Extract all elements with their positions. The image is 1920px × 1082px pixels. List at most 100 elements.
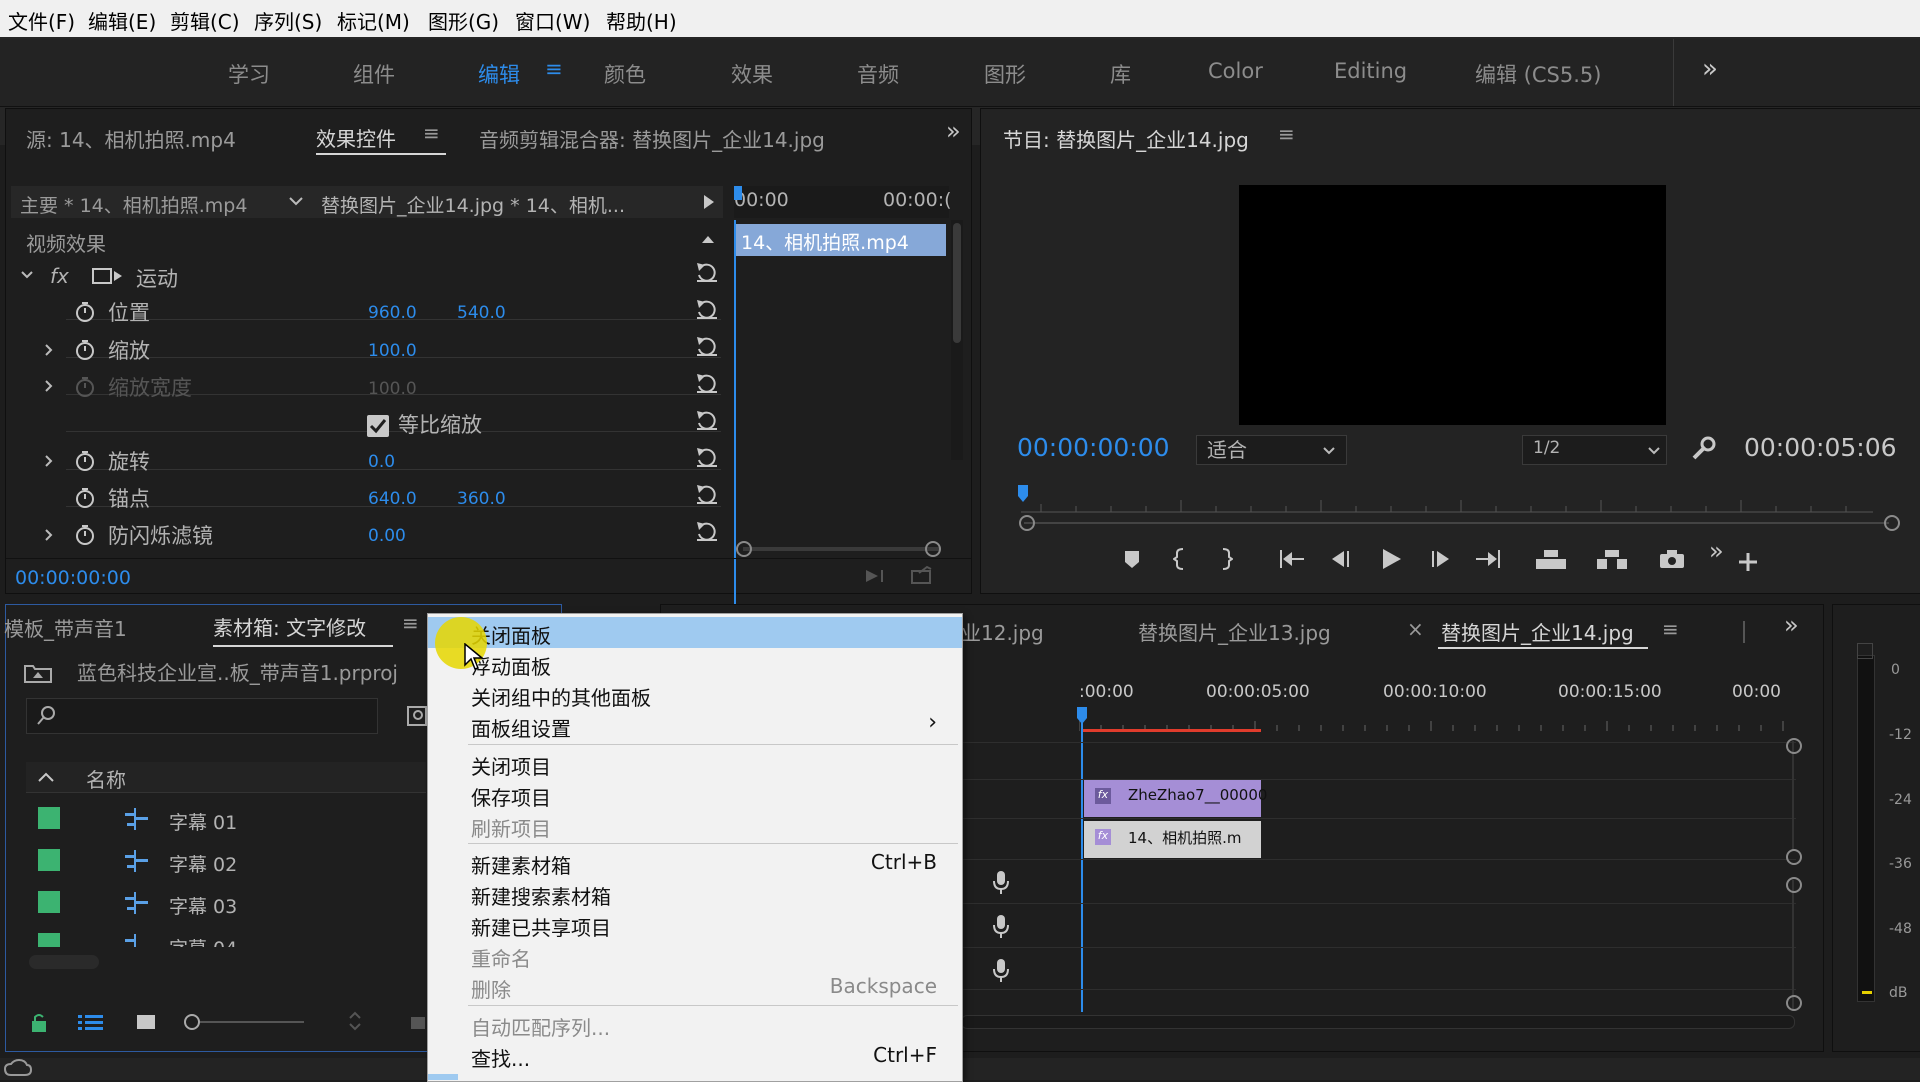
program-video-frame[interactable]	[1239, 185, 1666, 425]
menu-file[interactable]: 文件(F)	[8, 6, 75, 35]
mark-out-icon[interactable]	[1219, 547, 1233, 571]
rotation-value[interactable]: 0.0	[368, 452, 395, 472]
zoom-slider[interactable]	[189, 1021, 304, 1023]
horizontal-scrollbar[interactable]	[743, 547, 940, 551]
tab-sequence-13[interactable]: 替换图片_企业13.jpg	[1138, 617, 1331, 646]
zoom-scrollbar[interactable]	[1024, 522, 1889, 524]
zoom-handle-right-icon[interactable]	[1884, 515, 1900, 531]
search-input[interactable]	[26, 698, 378, 734]
transform-icon[interactable]	[90, 266, 124, 286]
reset-icon[interactable]	[695, 483, 719, 505]
chevron-right-icon[interactable]	[44, 454, 54, 468]
program-panel-menu-icon[interactable]: ≡	[1278, 122, 1295, 146]
tab-sequence-12[interactable]: 业12.jpg	[961, 617, 1044, 646]
microphone-icon[interactable]	[992, 870, 1010, 896]
sequence-clip-label[interactable]: 替换图片_企业14.jpg * 14、相机...	[321, 191, 625, 218]
scroll-handle-left-icon[interactable]	[736, 541, 752, 557]
tab-bin[interactable]: 素材箱: 文字修改	[213, 612, 366, 641]
stopwatch-icon[interactable]	[74, 301, 96, 323]
workspace-assembly[interactable]: 组件	[353, 59, 395, 89]
lift-icon[interactable]	[1534, 547, 1568, 571]
menu-item-find[interactable]: 查找... Ctrl+F	[428, 1040, 962, 1071]
scroll-handle-icon[interactable]	[1786, 738, 1802, 754]
list-view-icon[interactable]	[77, 1013, 105, 1033]
play-button[interactable]	[1379, 547, 1403, 571]
menu-item-new-shared-project[interactable]: 新建已共享项目	[428, 909, 962, 940]
extract-icon[interactable]	[1595, 547, 1629, 571]
chevron-down-icon[interactable]	[20, 270, 34, 280]
workspace-learn[interactable]: 学习	[228, 59, 270, 89]
list-scrollbar[interactable]	[29, 955, 99, 969]
anchor-y-value[interactable]: 360.0	[457, 489, 506, 509]
chevron-right-icon[interactable]	[44, 343, 54, 357]
step-back-icon[interactable]	[1328, 548, 1352, 570]
position-x-value[interactable]: 960.0	[368, 303, 417, 323]
menu-item-new-bin[interactable]: 新建素材箱 Ctrl+B	[428, 847, 962, 878]
menu-sequence[interactable]: 序列(S)	[254, 6, 322, 35]
chevron-right-icon[interactable]	[44, 379, 54, 393]
collapse-up-icon[interactable]	[701, 234, 715, 244]
flicker-value[interactable]: 0.00	[368, 526, 406, 546]
audio-only-icon[interactable]	[864, 566, 890, 586]
label-color-swatch[interactable]	[38, 891, 60, 913]
reset-icon[interactable]	[695, 409, 719, 431]
add-marker-icon[interactable]	[1122, 549, 1142, 569]
fx-toggle-icon[interactable]: fx	[50, 264, 69, 288]
chevron-down-icon[interactable]	[1322, 446, 1336, 456]
automate-icon[interactable]	[409, 1015, 427, 1031]
workspace-color-en[interactable]: Color	[1208, 59, 1263, 83]
wrench-icon[interactable]	[1690, 436, 1716, 462]
menu-item-close-project[interactable]: 关闭项目	[428, 748, 962, 779]
scroll-handle-right-icon[interactable]	[925, 541, 941, 557]
workspace-graphics[interactable]: 图形	[984, 59, 1026, 89]
effect-timecode[interactable]: 00:00:00:00	[15, 567, 131, 589]
effect-panel-more-icon[interactable]: »	[946, 117, 961, 145]
monitor-more-icon[interactable]: »	[1709, 537, 1724, 565]
stopwatch-icon[interactable]	[74, 339, 96, 361]
uniform-scale-checkbox[interactable]	[367, 415, 389, 437]
reset-icon[interactable]	[695, 261, 719, 283]
tab-project[interactable]: 模板_带声音1	[4, 613, 127, 642]
anchor-x-value[interactable]: 640.0	[368, 489, 417, 509]
workspace-effects[interactable]: 效果	[731, 59, 773, 89]
chevron-down-icon[interactable]	[1647, 446, 1661, 456]
workspace-more-icon[interactable]: »	[1702, 54, 1718, 84]
program-time-ruler[interactable]	[1021, 484, 1873, 514]
audio-track-scrollbar[interactable]	[1792, 880, 1794, 1010]
zoom-slider-handle[interactable]	[184, 1014, 200, 1030]
menu-item-panel-group-settings[interactable]: 面板组设置 ›	[428, 710, 962, 741]
reset-icon[interactable]	[695, 372, 719, 394]
menu-help[interactable]: 帮助(H)	[606, 6, 677, 35]
microphone-icon[interactable]	[992, 914, 1010, 940]
vertical-scrollbar-thumb[interactable]	[953, 223, 961, 343]
label-color-swatch[interactable]	[38, 933, 60, 947]
workspace-cs55[interactable]: 编辑 (CS5.5)	[1475, 59, 1601, 89]
effect-panel-menu-icon[interactable]: ≡	[423, 121, 440, 145]
timeline-menu-icon[interactable]: ≡	[1662, 617, 1679, 641]
scroll-handle-icon[interactable]	[1786, 877, 1802, 893]
tab-effect-controls[interactable]: 效果控件	[316, 123, 396, 152]
close-tab-icon[interactable]: ×	[1407, 617, 1424, 641]
scroll-handle-icon[interactable]	[1786, 995, 1802, 1011]
export-icon[interactable]	[909, 564, 935, 586]
stopwatch-icon[interactable]	[74, 524, 96, 546]
zoom-handle-left-icon[interactable]	[1019, 515, 1035, 531]
reset-icon[interactable]	[695, 446, 719, 468]
menu-window[interactable]: 窗口(W)	[515, 6, 590, 35]
column-name[interactable]: 名称	[86, 764, 126, 793]
menu-edit[interactable]: 编辑(E)	[88, 6, 156, 35]
menu-marker[interactable]: 标记(M)	[337, 6, 410, 35]
program-timecode-current[interactable]: 00:00:00:00	[1017, 433, 1170, 462]
tab-audio-mixer[interactable]: 音频剪辑混合器: 替换图片_企业14.jpg	[479, 124, 825, 153]
sort-up-icon[interactable]	[37, 771, 55, 783]
lock-icon[interactable]	[29, 1012, 49, 1034]
menu-item-save-project[interactable]: 保存项目	[428, 779, 962, 810]
chevron-down-icon[interactable]	[288, 195, 304, 207]
workspace-libraries[interactable]: 库	[1110, 59, 1131, 89]
workspace-editing[interactable]: 编辑	[478, 59, 520, 89]
reset-icon[interactable]	[695, 335, 719, 357]
label-color-swatch[interactable]	[38, 849, 60, 871]
timeline-more-icon[interactable]: »	[1784, 611, 1799, 639]
folder-up-icon[interactable]	[23, 660, 53, 684]
list-item[interactable]: 字幕 01	[169, 808, 237, 835]
